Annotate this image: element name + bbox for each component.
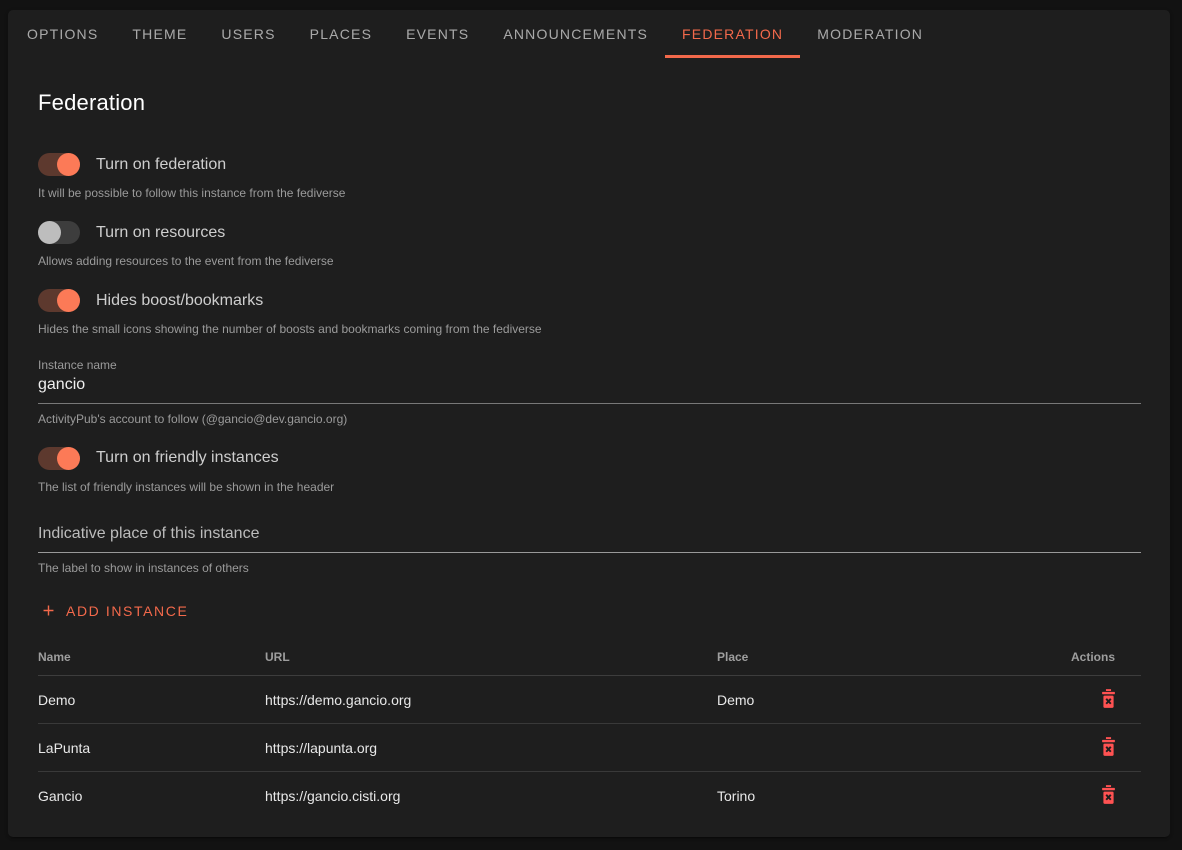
trash-icon — [1100, 689, 1117, 711]
tab-theme[interactable]: THEME — [115, 10, 204, 58]
federation-hint: It will be possible to follow this insta… — [38, 185, 1141, 201]
page-title: Federation — [38, 90, 1141, 116]
setting-friendly-instances: Turn on friendly instances The list of f… — [38, 447, 1141, 495]
resources-toggle-thumb — [38, 221, 61, 244]
cell-name: Demo — [38, 692, 265, 708]
setting-federation: Turn on federation It will be possible t… — [38, 153, 1141, 201]
header-actions: Actions — [1063, 650, 1141, 664]
resources-toggle[interactable] — [38, 221, 80, 244]
tab-federation-label: FEDERATION — [682, 26, 783, 42]
instances-table-header: Name URL Place Actions — [38, 638, 1141, 676]
hide-boost-toggle[interactable] — [38, 289, 80, 312]
delete-instance-button[interactable] — [1098, 687, 1119, 713]
federation-toggle-thumb — [57, 153, 80, 176]
instance-place-field: The label to show in instances of others — [38, 525, 1141, 576]
setting-hide-boost: Hides boost/bookmarks Hides the small ic… — [38, 289, 1141, 337]
tab-moderation[interactable]: MODERATION — [800, 10, 940, 58]
tab-places[interactable]: PLACES — [293, 10, 389, 58]
instance-name-field: Instance name ActivityPub's account to f… — [38, 358, 1141, 427]
delete-instance-button[interactable] — [1098, 735, 1119, 761]
resources-hint: Allows adding resources to the event fro… — [38, 253, 1141, 269]
table-row-lapunta: LaPunta https://lapunta.org — [38, 724, 1141, 772]
header-place: Place — [717, 650, 1063, 664]
trash-icon — [1100, 737, 1117, 759]
cell-name: LaPunta — [38, 740, 265, 756]
hide-boost-hint: Hides the small icons showing the number… — [38, 321, 1141, 337]
instance-place-hint: The label to show in instances of others — [38, 560, 1141, 576]
friendly-instances-toggle[interactable] — [38, 447, 80, 470]
instance-name-input[interactable] — [38, 372, 1141, 404]
cell-place: Demo — [717, 692, 1063, 708]
tab-events[interactable]: EVENTS — [389, 10, 486, 58]
table-row-gancio: Gancio https://gancio.cisti.org Torino — [38, 772, 1141, 820]
instances-table: Name URL Place Actions Demo https://demo… — [38, 638, 1141, 820]
cell-place: Torino — [717, 788, 1063, 804]
plus-icon — [40, 602, 57, 619]
friendly-instances-hint: The list of friendly instances will be s… — [38, 479, 1141, 495]
tab-federation[interactable]: FEDERATION — [665, 10, 800, 58]
admin-panel-card: OPTIONS THEME USERS PLACES EVENTS ANNOUN… — [8, 10, 1170, 837]
resources-toggle-label: Turn on resources — [96, 224, 225, 242]
table-row-demo: Demo https://demo.gancio.org Demo — [38, 676, 1141, 724]
cell-url: https://gancio.cisti.org — [265, 788, 717, 804]
trash-icon — [1100, 785, 1117, 807]
add-instance-button[interactable]: ADD INSTANCE — [38, 600, 190, 621]
active-tab-underline — [665, 55, 800, 58]
hide-boost-toggle-label: Hides boost/bookmarks — [96, 292, 263, 310]
hide-boost-toggle-thumb — [57, 289, 80, 312]
cell-url: https://lapunta.org — [265, 740, 717, 756]
tab-announcements[interactable]: ANNOUNCEMENTS — [486, 10, 665, 58]
setting-resources: Turn on resources Allows adding resource… — [38, 221, 1141, 269]
header-url: URL — [265, 650, 717, 664]
tab-users[interactable]: USERS — [204, 10, 292, 58]
cell-name: Gancio — [38, 788, 265, 804]
cell-url: https://demo.gancio.org — [265, 692, 717, 708]
admin-tab-bar: OPTIONS THEME USERS PLACES EVENTS ANNOUN… — [8, 10, 1170, 58]
friendly-instances-toggle-label: Turn on friendly instances — [96, 449, 279, 467]
instance-name-hint: ActivityPub's account to follow (@gancio… — [38, 411, 1141, 427]
tab-options[interactable]: OPTIONS — [10, 10, 115, 58]
friendly-instances-toggle-thumb — [57, 447, 80, 470]
delete-instance-button[interactable] — [1098, 783, 1119, 809]
federation-toggle[interactable] — [38, 153, 80, 176]
federation-settings-section: Federation Turn on federation It will be… — [8, 90, 1170, 820]
instance-name-label: Instance name — [38, 358, 1141, 372]
header-name: Name — [38, 650, 265, 664]
federation-toggle-label: Turn on federation — [96, 156, 226, 174]
instance-place-input[interactable] — [38, 525, 1141, 553]
add-instance-label: ADD INSTANCE — [66, 603, 188, 619]
